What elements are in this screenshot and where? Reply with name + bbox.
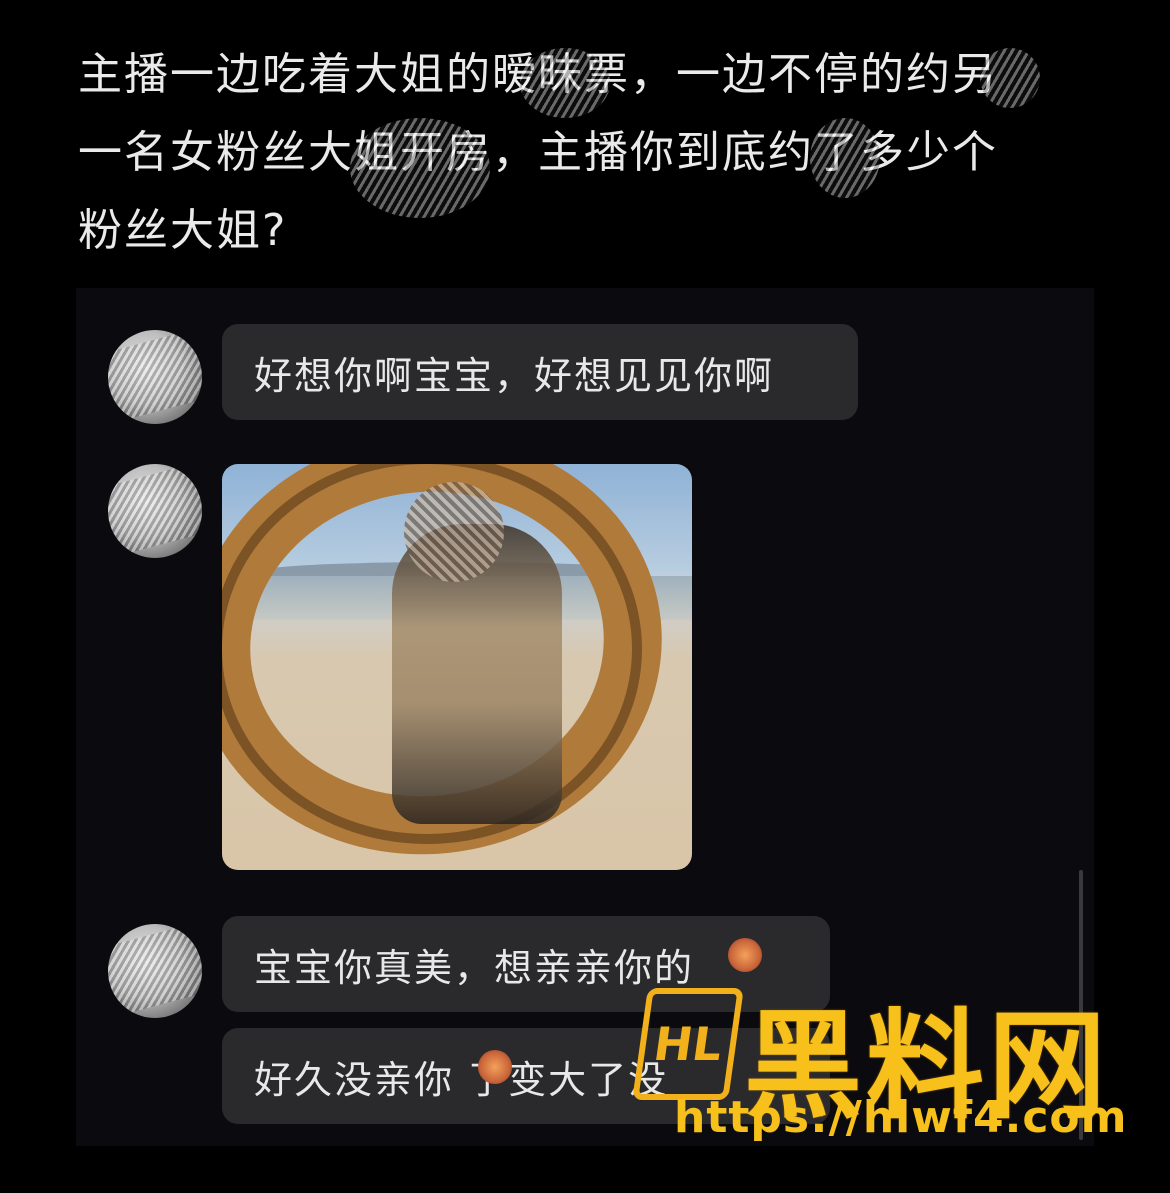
watermark-logo-icon: HL xyxy=(632,988,744,1100)
message-bubble-1: 好想你啊宝宝，好想见见你啊 xyxy=(222,324,858,420)
sender-avatar[interactable] xyxy=(108,924,202,1018)
censor-mosaic xyxy=(810,118,880,198)
message-text: 好想你啊宝宝，好想见见你啊 xyxy=(254,353,775,398)
watermark-url: https://hlwf4.com xyxy=(674,1092,1128,1143)
sender-avatar[interactable] xyxy=(108,330,202,424)
censor-mosaic xyxy=(980,48,1040,108)
caption-line-3: 粉丝大姐? xyxy=(78,205,288,256)
message-text: 好久没亲你 了变大了没 xyxy=(254,1057,669,1102)
censor-mosaic xyxy=(520,48,610,118)
photo-message[interactable] xyxy=(222,464,692,870)
site-watermark: HL 黑料网 https://hlwf4.com xyxy=(632,980,1127,1150)
censor-emoji xyxy=(478,1050,512,1084)
photo-face-blur xyxy=(404,482,504,582)
censor-emoji xyxy=(728,938,762,972)
sender-avatar[interactable] xyxy=(108,464,202,558)
message-text: 宝宝你真美，想亲亲你的 xyxy=(254,945,695,990)
caption-line-2: 一名女粉丝大姐开房，主播你到底约了多少个 xyxy=(78,127,998,178)
censor-mosaic xyxy=(350,118,490,218)
